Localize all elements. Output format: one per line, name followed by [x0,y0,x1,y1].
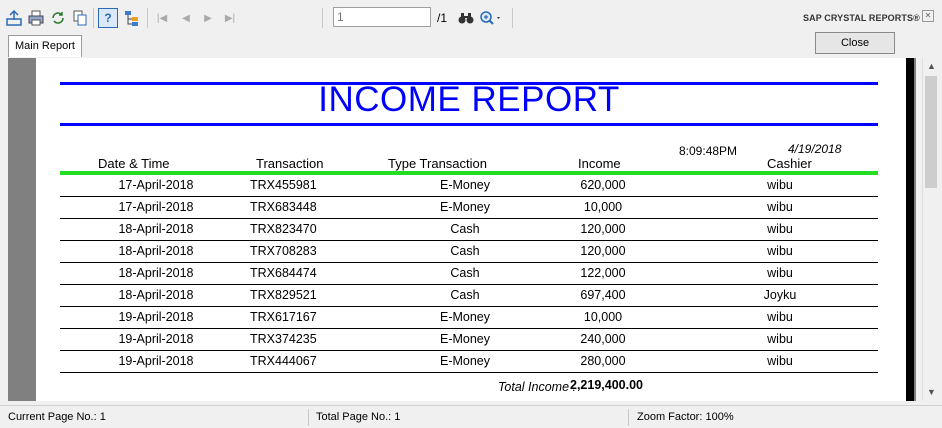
refresh-icon[interactable] [48,8,68,28]
title-bottom-rule [60,123,878,126]
find-icon[interactable] [456,8,476,28]
group-tree-icon[interactable] [122,8,142,28]
cell-type: Cash [450,244,480,258]
cell-cashier: wibu [767,266,793,280]
cell-date: 17-April-2018 [118,178,194,192]
status-zoom: Zoom Factor: 100% [637,411,734,423]
close-panel-icon[interactable]: ✕ [922,10,934,22]
cell-income: 697,400 [580,288,626,302]
cell-income: 120,000 [580,244,626,258]
table-row: 19-April-2018 TRX374235 E-Money 240,000 wibu [60,329,878,351]
cell-cashier: Joyku [763,288,797,302]
cell-type: E-Money [439,354,491,368]
report-title: INCOME REPORT [318,80,620,119]
cell-cashier: wibu [767,332,793,346]
cell-transaction: TRX829521 [250,288,317,302]
cell-transaction: TRX374235 [250,332,317,346]
cell-date: 18-April-2018 [118,288,194,302]
cell-transaction: TRX823470 [250,222,317,236]
scroll-down-icon[interactable]: ▼ [923,384,940,401]
cell-income: 280,000 [580,354,626,368]
total-income-label: Total Income : [497,380,576,394]
scroll-thumb[interactable] [925,76,937,188]
total-income-value: 2,219,400.00 [570,378,643,392]
cell-income: 620,000 [580,178,626,192]
cell-date: 18-April-2018 [118,244,194,258]
cell-transaction: TRX708283 [250,244,317,258]
toolbar: ? |◀ ◀ ▶ ▶| /1 SAP CRYSTAL REPORTS® ✕ [0,0,942,34]
report-page: INCOME REPORT 8:09:48PM 4/19/2018 Date &… [36,58,906,401]
cell-income: 10,000 [583,310,623,324]
status-current-page: Current Page No.: 1 [8,411,106,423]
cell-type: Cash [450,222,480,236]
page-edge [906,58,914,401]
header-date-time: Date & Time [98,156,170,171]
page-total-label: /1 [437,11,448,25]
cell-cashier: wibu [767,178,793,192]
table-row: 18-April-2018 TRX823470 Cash 120,000 wibu [60,219,878,241]
cell-type: E-Money [439,200,491,214]
close-button[interactable]: Close [815,32,895,54]
cell-cashier: wibu [767,244,793,258]
table-row: 19-April-2018 TRX444067 E-Money 280,000 wibu [60,351,878,373]
cell-type: Cash [450,288,480,302]
vertical-scrollbar[interactable]: ▲ ▼ [922,58,939,401]
cell-cashier: wibu [767,310,793,324]
cell-cashier: wibu [767,222,793,236]
print-date: 4/19/2018 [788,142,842,156]
table-row: 18-April-2018 TRX708283 Cash 120,000 wibu [60,241,878,263]
cell-transaction: TRX684474 [250,266,317,280]
cell-income: 122,000 [580,266,626,280]
cell-transaction: TRX444067 [250,354,317,368]
cell-date: 18-April-2018 [118,266,194,280]
report-viewport: INCOME REPORT 8:09:48PM 4/19/2018 Date &… [8,58,916,401]
copy-icon[interactable] [70,8,90,28]
page-number-input[interactable] [333,7,431,27]
header-income: Income [578,156,621,171]
header-cashier: Cashier [767,156,812,171]
brand-label: SAP CRYSTAL REPORTS® [803,13,920,23]
table-row: 18-April-2018 TRX684474 Cash 122,000 wibu [60,263,878,285]
table-row: 17-April-2018 TRX683448 E-Money 10,000 wibu [60,197,878,219]
header-type-transaction: Type Transaction [388,156,487,171]
cell-transaction: TRX455981 [250,178,317,192]
cell-type: E-Money [439,310,491,324]
cell-date: 18-April-2018 [118,222,194,236]
cell-type: Cash [450,266,480,280]
cell-date: 19-April-2018 [118,310,194,324]
cell-date: 19-April-2018 [118,332,194,346]
cell-transaction: TRX617167 [250,310,317,324]
scroll-up-icon[interactable]: ▲ [923,58,940,75]
cell-date: 19-April-2018 [118,354,194,368]
cell-income: 10,000 [583,200,623,214]
cell-type: E-Money [439,178,491,192]
table-row: 19-April-2018 TRX617167 E-Money 10,000 wibu [60,307,878,329]
table-row: 18-April-2018 TRX829521 Cash 697,400 Joyku [60,285,878,307]
prev-page-icon[interactable]: ◀ [176,8,196,28]
status-bar: Current Page No.: 1 Total Page No.: 1 Zo… [0,405,942,428]
cell-transaction: TRX683448 [250,200,317,214]
help-icon[interactable]: ? [98,8,118,28]
print-time: 8:09:48PM [679,144,738,158]
cell-type: E-Money [439,332,491,346]
tab-main-report[interactable]: Main Report [8,35,82,57]
cell-income: 240,000 [580,332,626,346]
cell-income: 120,000 [580,222,626,236]
cell-date: 17-April-2018 [118,200,194,214]
print-icon[interactable] [26,8,46,28]
last-page-icon[interactable]: ▶| [220,8,240,28]
first-page-icon[interactable]: |◀ [152,8,172,28]
cell-cashier: wibu [767,354,793,368]
header-transaction: Transaction [256,156,324,171]
status-total-page: Total Page No.: 1 [316,411,401,423]
export-icon[interactable] [4,8,24,28]
cell-cashier: wibu [767,200,793,214]
next-page-icon[interactable]: ▶ [198,8,218,28]
zoom-icon[interactable] [478,8,504,28]
table-row: 17-April-2018 TRX455981 E-Money 620,000 wibu [60,175,878,197]
